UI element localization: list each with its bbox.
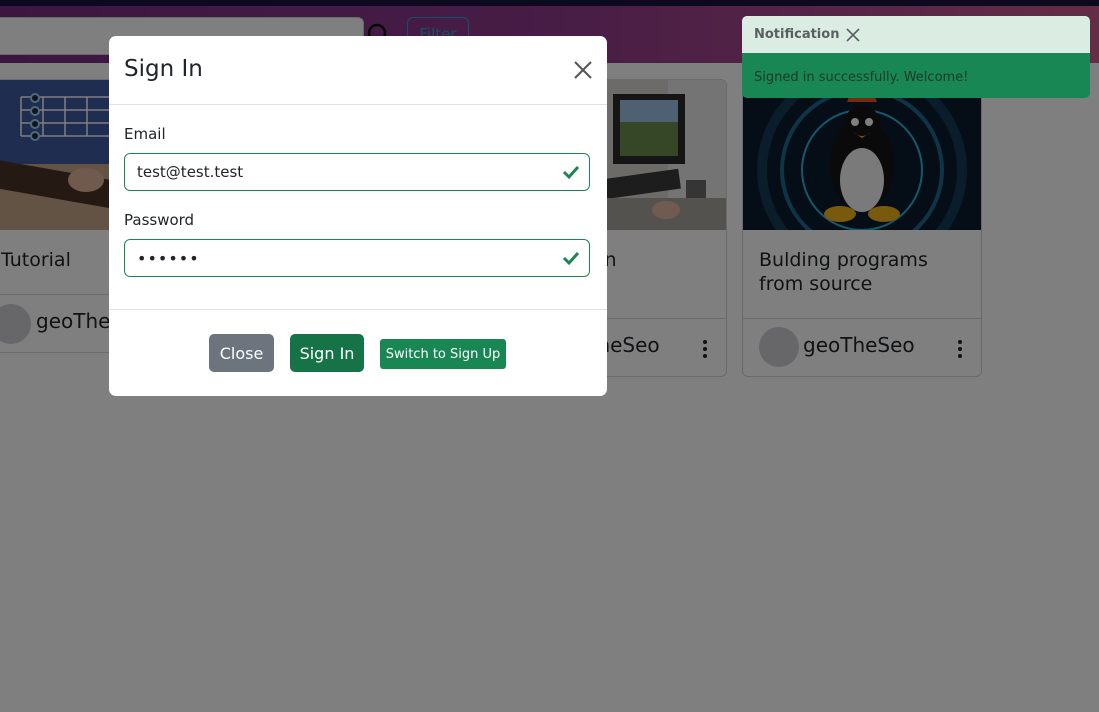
check-icon [562, 165, 580, 180]
check-icon [562, 251, 580, 266]
modal-footer: Close Sign In Switch to Sign Up [109, 309, 607, 396]
toast-header: Notification [742, 16, 1090, 53]
email-label: Email [124, 125, 166, 143]
close-icon[interactable] [573, 60, 593, 80]
password-field[interactable] [124, 239, 590, 277]
notification-toast: Notification Signed in successfully. Wel… [742, 16, 1090, 98]
sign-in-button[interactable]: Sign In [290, 334, 364, 372]
password-label: Password [124, 211, 195, 229]
sign-in-modal: Sign In Email Password Close Sign In Swi… [109, 36, 607, 396]
switch-to-sign-up-button[interactable]: Switch to Sign Up [380, 339, 506, 369]
modal-header: Sign In [109, 36, 607, 105]
toast-title: Notification [754, 27, 840, 42]
close-icon[interactable] [846, 28, 860, 42]
close-button[interactable]: Close [209, 334, 274, 372]
modal-title: Sign In [124, 56, 203, 82]
email-field[interactable] [124, 153, 590, 191]
toast-message: Signed in successfully. Welcome! [754, 70, 969, 85]
